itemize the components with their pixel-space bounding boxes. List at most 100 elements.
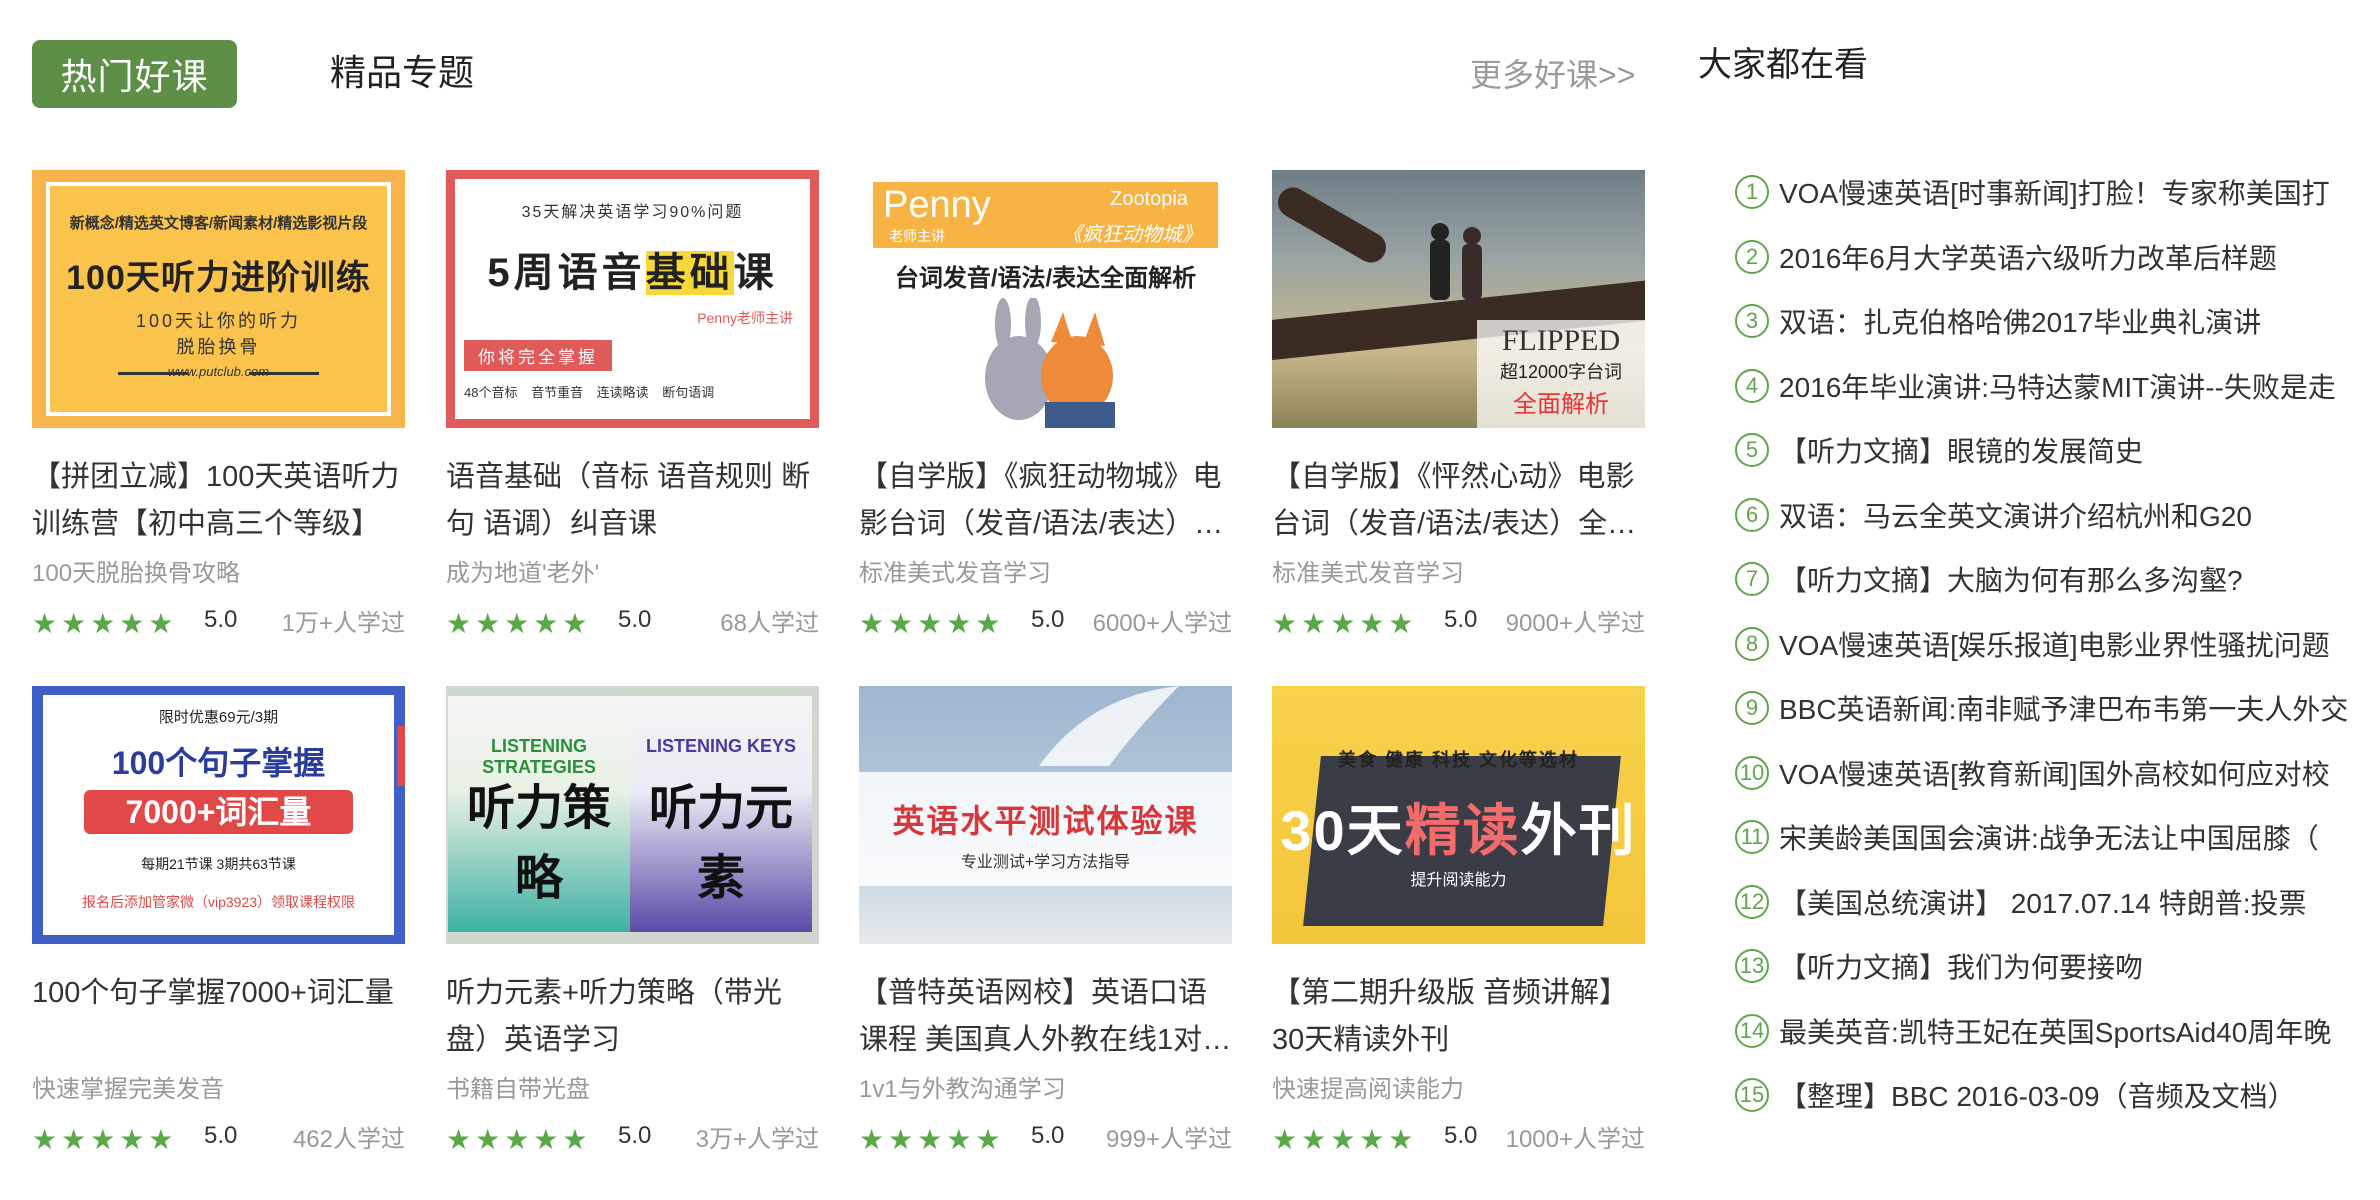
rating-score: 5.0 [1444,1122,1478,1149]
list-item-link[interactable]: VOA慢速英语[娱乐报道]电影业界性骚扰问题 [1779,624,2330,664]
thumb-text: 35天解决英语学习90%问题 [521,204,744,221]
thumb-text: 100天让你的听力 脱胎换骨 [135,311,302,357]
learner-count: 1000+人学过 [1505,1126,1645,1153]
course-subtitle: 标准美式发音学习 [859,560,1051,587]
couple-silhouette-icon [1430,223,1482,300]
list-item-link[interactable]: 【听力文摘】我们为何要接吻 [1779,946,2143,986]
thumb-text: Penny老师主讲 [697,310,793,326]
list-item[interactable]: 12 【美国总统演讲】 2017.07.14 特朗普:投票 [1735,870,2375,935]
list-item-link[interactable]: 【听力文摘】大脑为何有那么多沟壑? [1779,559,2243,599]
rating-score: 5.0 [204,1122,238,1149]
tab-featured-topics[interactable]: 精品专题 [330,48,474,98]
course-title[interactable]: 【普特英语网校】英语口语课程 美国真人外教在线1对1辅导 [859,970,1232,1064]
thumb-text: 提升阅读能力 [1410,872,1507,889]
thumb-text: 《疯狂动物城》 [1062,224,1202,246]
list-item-link[interactable]: VOA慢速英语[时事新闻]打脸！专家称美国打 [1779,172,2330,212]
thumb-text: 48个音标 音节重音 连读略读 断句语调 [464,385,715,400]
list-item-link[interactable]: 【美国总统演讲】 2017.07.14 特朗普:投票 [1779,882,2306,922]
list-item[interactable]: 3 双语：扎克伯格哈佛2017毕业典礼演讲 [1735,289,2375,354]
thumb-headline: 100天听力进阶训练 [66,259,371,297]
list-item-link[interactable]: 双语：马云全英文演讲介绍杭州和G20 [1779,495,2252,535]
rank-number: 3 [1735,304,1769,339]
thumb-headline: 30天精读外刊 [1280,799,1637,862]
course-card[interactable]: LISTENING STRATEGIES 听力策略 LISTENING KEYS… [446,686,819,1158]
course-thumbnail[interactable]: Penny 老师主讲 Zootopia 《疯狂动物城》 台词发音/语法/表达全面… [859,170,1232,428]
list-item-link[interactable]: 宋美龄美国国会演讲:战争无法让中国屈膝（ [1779,817,2319,857]
list-item-link[interactable]: 【整理】BBC 2016-03-09（音频及文档） [1779,1075,2296,1115]
rating-stars: ★★★★★ [1272,1124,1418,1155]
rank-number: 12 [1735,884,1769,919]
trending-list: 1 VOA慢速英语[时事新闻]打脸！专家称美国打 2 2016年6月大学英语六级听力… [1735,160,2375,1128]
course-card[interactable]: 新概念/精选英文博客/新闻素材/精选影视片段 100天听力进阶训练 100天让你… [32,170,405,642]
thumb-headline: 100个句子掌握 [111,745,326,781]
course-thumbnail[interactable]: LISTENING STRATEGIES 听力策略 LISTENING KEYS… [446,686,819,944]
course-title[interactable]: 100个句子掌握7000+词汇量 [32,970,405,1064]
course-card[interactable]: 限时优惠69元/3期 100个句子掌握 7000+词汇量 每期21节课 3期共6… [32,686,405,1158]
course-thumbnail[interactable]: FLIPPED 超12000字台词 全面解析 [1272,170,1645,428]
thumb-text: 限时优惠69元/3期 [158,709,279,726]
list-item-link[interactable]: 2016年6月大学英语六级听力改革后样题 [1779,237,2277,277]
list-item-link[interactable]: 2016年毕业演讲:马特达蒙MIT演讲--失败是走 [1779,366,2336,406]
book-cover: LISTENING STRATEGIES 听力策略 [448,696,630,932]
thumb-text: 报名后添加管家微（vip3923）领取课程权限 [81,894,356,910]
list-item[interactable]: 5 【听力文摘】眼镜的发展简史 [1735,418,2375,483]
course-title[interactable]: 【第二期升级版 音频讲解】30天精读外刊 [1272,970,1645,1064]
list-item[interactable]: 1 VOA慢速英语[时事新闻]打脸！专家称美国打 [1735,160,2375,225]
course-card[interactable]: 美食 健康 科技 文化等选材 30天精读外刊 提升阅读能力 【第二期升级版 音频… [1272,686,1645,1158]
rating-score: 5.0 [1031,606,1065,633]
thumb-text: 老师主讲 [889,228,945,244]
course-title[interactable]: 听力元素+听力策略（带光盘）英语学习 [446,970,819,1064]
course-thumbnail[interactable]: 英语水平测试体验课 专业测试+学习方法指导 [859,686,1232,944]
list-item[interactable]: 4 2016年毕业演讲:马特达蒙MIT演讲--失败是走 [1735,354,2375,419]
list-item[interactable]: 9 BBC英语新闻:南非赋予津巴布韦第一夫人外交 [1735,676,2375,741]
course-card[interactable]: FLIPPED 超12000字台词 全面解析 【自学版】《怦然心动》电影台词（发… [1272,170,1645,642]
course-title[interactable]: 【自学版】《疯狂动物城》电影台词（发音/语法/表达）全面解析 [859,454,1232,548]
learner-count: 6000+人学过 [1092,610,1232,637]
cartoon-characters-icon [985,298,1115,428]
list-item-link[interactable]: 【听力文摘】眼镜的发展简史 [1779,430,2143,470]
tab-hot-courses[interactable]: 热门好课 [32,40,237,108]
course-title[interactable]: 【自学版】《怦然心动》电影台词（发音/语法/表达）全面解析 [1272,454,1645,548]
rating-score: 5.0 [618,1122,652,1149]
rank-number: 1 [1735,175,1769,210]
course-subtitle: 成为地道'老外' [446,560,600,587]
course-card[interactable]: 35天解决英语学习90%问题 5周语音基础课 Penny老师主讲 你将完全掌握 … [446,170,819,642]
rank-number: 2 [1735,239,1769,274]
course-subtitle: 100天脱胎换骨攻略 [32,560,241,587]
list-item[interactable]: 13 【听力文摘】我们为何要接吻 [1735,934,2375,999]
course-subtitle: 标准美式发音学习 [1272,560,1464,587]
course-title[interactable]: 语音基础（音标 语音规则 断句 语调）纠音课 [446,454,819,548]
thumb-text: 每期21节课 3期共63节课 [141,856,296,872]
more-courses-link[interactable]: 更多好课>> [1470,52,1635,98]
course-subtitle: 快速掌握完美发音 [32,1076,224,1103]
rank-number: 6 [1735,497,1769,532]
course-thumbnail[interactable]: 限时优惠69元/3期 100个句子掌握 7000+词汇量 每期21节课 3期共6… [32,686,405,944]
list-item[interactable]: 7 【听力文摘】大脑为何有那么多沟壑? [1735,547,2375,612]
thumb-headline: 台词发音/语法/表达全面解析 [894,265,1197,292]
rating-score: 5.0 [204,606,238,633]
course-card[interactable]: 英语水平测试体验课 专业测试+学习方法指导 【普特英语网校】英语口语课程 美国真… [859,686,1232,1158]
list-item-link[interactable]: BBC英语新闻:南非赋予津巴布韦第一夫人外交 [1779,688,2348,728]
list-item-link[interactable]: 双语：扎克伯格哈佛2017毕业典礼演讲 [1779,301,2261,341]
list-item[interactable]: 10 VOA慢速英语[教育新闻]国外高校如何应对校 [1735,741,2375,806]
thumb-text: 新概念/精选英文博客/新闻素材/精选影视片段 [69,215,368,232]
list-item[interactable]: 14 最美英音:凯特王妃在英国SportsAid40周年晚 [1735,999,2375,1064]
rank-number: 15 [1735,1078,1769,1113]
rank-number: 7 [1735,562,1769,597]
list-item[interactable]: 15 【整理】BBC 2016-03-09（音频及文档） [1735,1063,2375,1128]
course-title[interactable]: 【拼团立减】100天英语听力训练营【初中高三个等级】 [32,454,405,548]
learner-count: 999+人学过 [1105,1126,1232,1153]
rating-stars: ★★★★★ [32,608,178,639]
course-thumbnail[interactable]: 美食 健康 科技 文化等选材 30天精读外刊 提升阅读能力 [1272,686,1645,944]
list-item-link[interactable]: 最美英音:凯特王妃在英国SportsAid40周年晚 [1779,1011,2331,1051]
course-thumbnail[interactable]: 新概念/精选英文博客/新闻素材/精选影视片段 100天听力进阶训练 100天让你… [32,170,405,428]
list-item-link[interactable]: VOA慢速英语[教育新闻]国外高校如何应对校 [1779,753,2330,793]
course-thumbnail[interactable]: 35天解决英语学习90%问题 5周语音基础课 Penny老师主讲 你将完全掌握 … [446,170,819,428]
list-item[interactable]: 11 宋美龄美国国会演讲:战争无法让中国屈膝（ [1735,805,2375,870]
list-item[interactable]: 6 双语：马云全英文演讲介绍杭州和G20 [1735,483,2375,548]
list-item[interactable]: 2 2016年6月大学英语六级听力改革后样题 [1735,225,2375,290]
list-item[interactable]: 8 VOA慢速英语[娱乐报道]电影业界性骚扰问题 [1735,612,2375,677]
course-subtitle: 1v1与外教沟通学习 [859,1076,1066,1103]
course-card[interactable]: Penny 老师主讲 Zootopia 《疯狂动物城》 台词发音/语法/表达全面… [859,170,1232,642]
thumb-text: 美食 健康 科技 文化等选材 [1337,750,1579,770]
